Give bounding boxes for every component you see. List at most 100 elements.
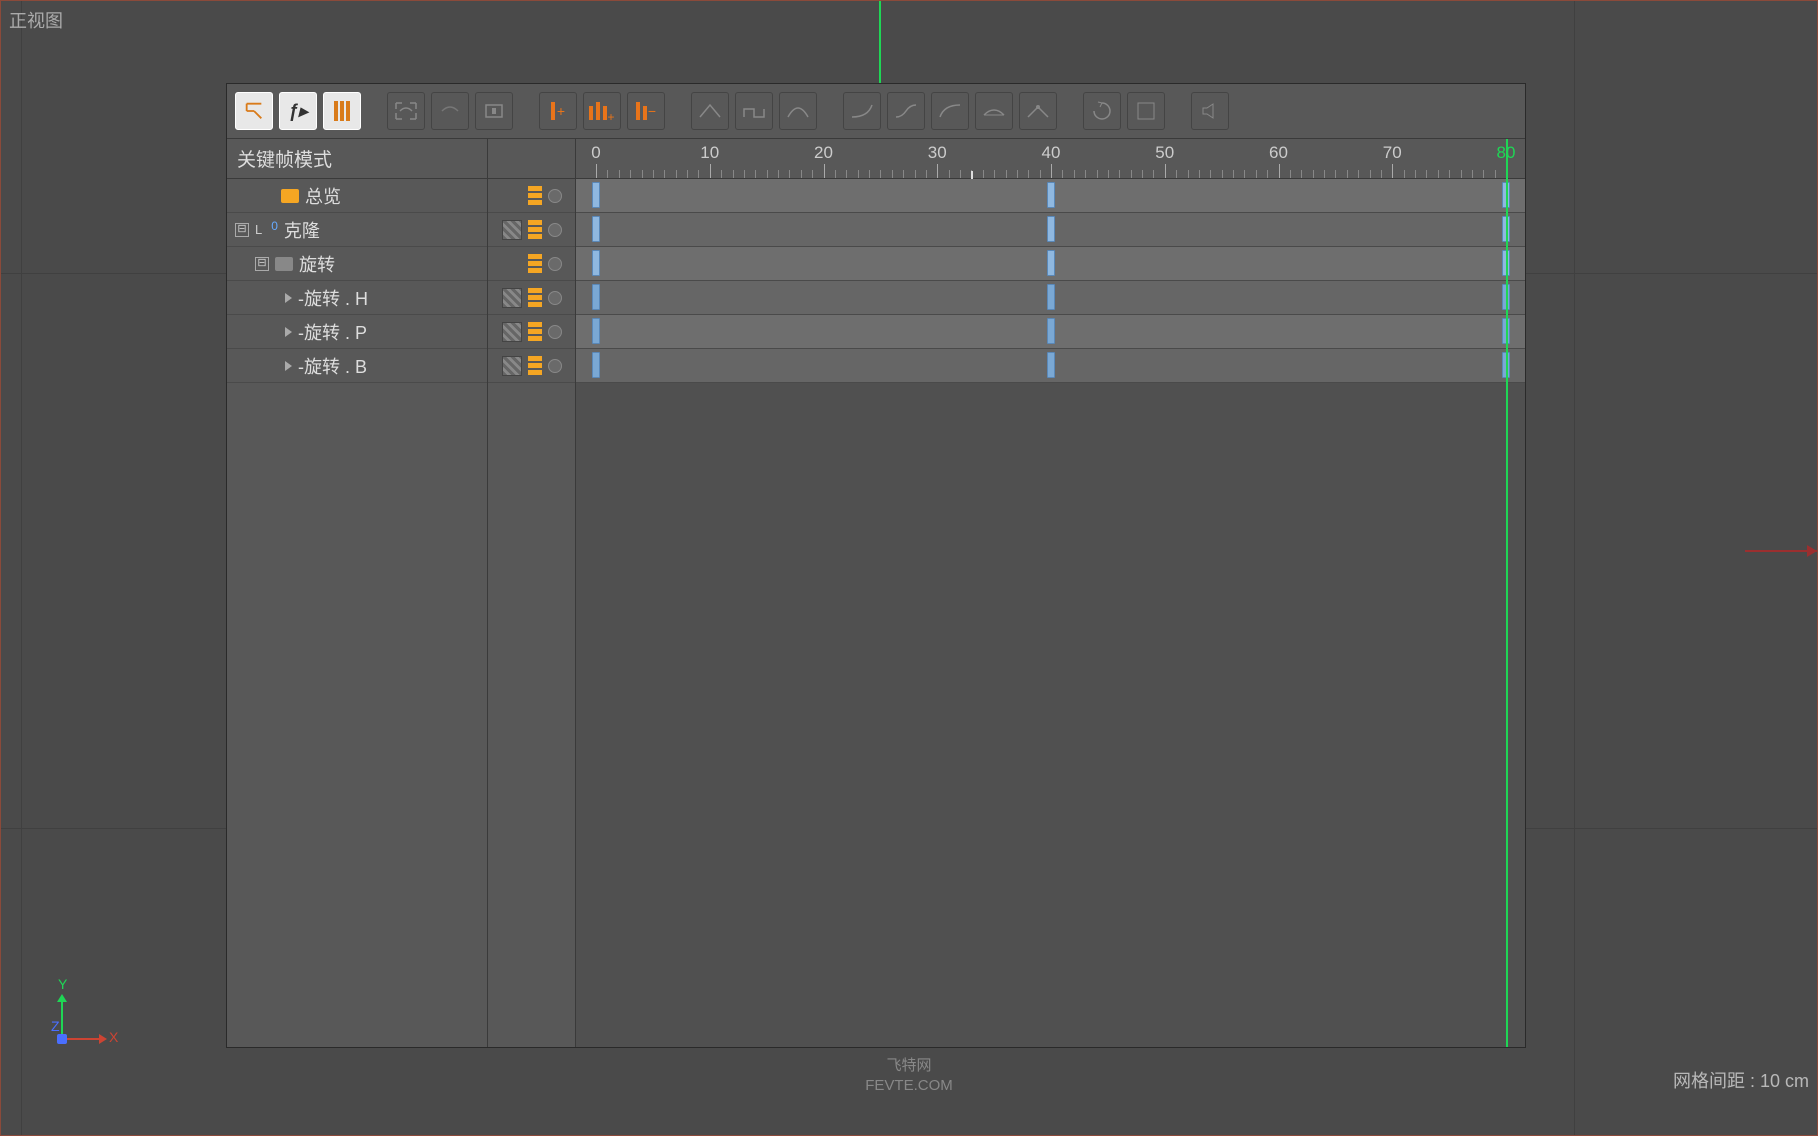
gizmo-z-label: Z	[51, 1018, 60, 1034]
timeline-ruler[interactable]: 01020304050607080	[576, 139, 1525, 179]
tree-row[interactable]: -旋转 . H	[227, 281, 487, 315]
fcurve-mode-button[interactable]: ƒ▸	[279, 92, 317, 130]
keyframe[interactable]	[1047, 216, 1055, 242]
keyframe[interactable]	[592, 250, 600, 276]
keyframe[interactable]	[1047, 318, 1055, 344]
remove-keys-button[interactable]: −	[627, 92, 665, 130]
motion-mode-button[interactable]	[323, 92, 361, 130]
record-dot[interactable]	[548, 325, 562, 339]
tree-row[interactable]: ⊟L0克隆	[227, 213, 487, 247]
add-key-button[interactable]: +	[539, 92, 577, 130]
ease-flat-button[interactable]	[975, 92, 1013, 130]
axis-gizmo[interactable]: Y X Z	[51, 980, 111, 1040]
gizmo-x-label: X	[109, 1029, 118, 1045]
tree-row[interactable]: 总览	[227, 179, 487, 213]
step-button[interactable]	[735, 92, 773, 130]
triangle-icon	[285, 327, 292, 337]
key-indicator-icon[interactable]	[528, 322, 542, 342]
expander-icon[interactable]: ⊟	[235, 223, 249, 237]
ctrl-row	[488, 315, 575, 349]
triangle-icon	[285, 361, 292, 371]
gizmo-x-axis	[61, 1038, 101, 1040]
keyframe[interactable]	[592, 318, 600, 344]
tree-label: -旋转 . H	[298, 285, 368, 311]
mute-toggle[interactable]	[502, 322, 522, 342]
expander-icon[interactable]: ⊟	[255, 257, 269, 271]
playhead[interactable]	[1506, 139, 1508, 1047]
tree-label: -旋转 . B	[298, 353, 367, 379]
timeline-tracks[interactable]	[576, 179, 1525, 383]
record-dot[interactable]	[548, 291, 562, 305]
key-mode-button[interactable]	[235, 92, 273, 130]
record-dot[interactable]	[548, 189, 562, 203]
keyframe[interactable]	[1047, 284, 1055, 310]
settings-button[interactable]	[1127, 92, 1165, 130]
axis-x-arrow-icon	[1807, 545, 1817, 557]
ease-custom-button[interactable]	[1019, 92, 1057, 130]
track[interactable]	[576, 349, 1525, 383]
triangle-icon	[285, 293, 292, 303]
ruler-label: 40	[1042, 143, 1061, 163]
keyframe[interactable]	[592, 182, 600, 208]
track[interactable]	[576, 179, 1525, 213]
spline-button[interactable]	[779, 92, 817, 130]
timeline-area[interactable]: 01020304050607080	[575, 139, 1525, 1047]
keyframe[interactable]	[592, 216, 600, 242]
gizmo-z-axis	[57, 1034, 67, 1044]
tree-row[interactable]: -旋转 . B	[227, 349, 487, 383]
ctrl-row	[488, 281, 575, 315]
track[interactable]	[576, 213, 1525, 247]
track[interactable]	[576, 247, 1525, 281]
ctrl-row	[488, 213, 575, 247]
ruler-label: 50	[1155, 143, 1174, 163]
add-keys-button[interactable]: +	[583, 92, 621, 130]
tree-row[interactable]: ⊟旋转	[227, 247, 487, 281]
track[interactable]	[576, 281, 1525, 315]
mute-toggle[interactable]	[502, 356, 522, 376]
ease-button[interactable]	[887, 92, 925, 130]
ruler-label: 60	[1269, 143, 1288, 163]
ease-in-button[interactable]	[843, 92, 881, 130]
keyframe[interactable]	[592, 352, 600, 378]
tree-label: 总览	[305, 183, 341, 209]
record-dot[interactable]	[548, 257, 562, 271]
ease-out-button[interactable]	[931, 92, 969, 130]
cycle-button[interactable]	[1083, 92, 1121, 130]
record-dot[interactable]	[548, 223, 562, 237]
mute-toggle[interactable]	[502, 220, 522, 240]
linear-button[interactable]	[691, 92, 729, 130]
sound-button[interactable]	[1191, 92, 1229, 130]
frame-range-button[interactable]	[475, 92, 513, 130]
record-dot[interactable]	[548, 359, 562, 373]
ruler-label: 10	[700, 143, 719, 163]
tree-label: 克隆	[284, 217, 320, 243]
keyframe[interactable]	[592, 284, 600, 310]
track[interactable]	[576, 315, 1525, 349]
status-bar: 网格间距 : 10 cm	[1, 1071, 1817, 1095]
frame-all-button[interactable]	[387, 92, 425, 130]
gizmo-y-arrow-icon	[57, 994, 67, 1002]
ruler-label: 20	[814, 143, 833, 163]
key-indicator-icon[interactable]	[528, 356, 542, 376]
folder-icon	[275, 257, 293, 271]
tree-header: 关键帧模式	[227, 139, 487, 179]
ctrl-row	[488, 179, 575, 213]
key-indicator-icon[interactable]	[528, 186, 542, 206]
keyframe[interactable]	[1047, 352, 1055, 378]
keyframe[interactable]	[1047, 250, 1055, 276]
viewport-title: 正视图	[9, 7, 63, 33]
folder-icon	[281, 189, 299, 203]
ruler-label: 0	[591, 143, 600, 163]
gizmo-y-label: Y	[58, 976, 67, 992]
timeline-panel: ƒ▸ + + −	[226, 83, 1526, 1048]
keyframe[interactable]	[1047, 182, 1055, 208]
frame-selected-button[interactable]	[431, 92, 469, 130]
mute-toggle[interactable]	[502, 288, 522, 308]
gizmo-x-arrow-icon	[99, 1034, 107, 1044]
key-indicator-icon[interactable]	[528, 220, 542, 240]
object-tree[interactable]: 关键帧模式 总览 ⊟L0克隆⊟旋转 -旋转 . H -旋转 . P -旋转 . B	[227, 139, 487, 1047]
key-indicator-icon[interactable]	[528, 288, 542, 308]
key-indicator-icon[interactable]	[528, 254, 542, 274]
tree-row[interactable]: -旋转 . P	[227, 315, 487, 349]
grid-spacing-label: 网格间距 : 10 cm	[1673, 1067, 1809, 1093]
